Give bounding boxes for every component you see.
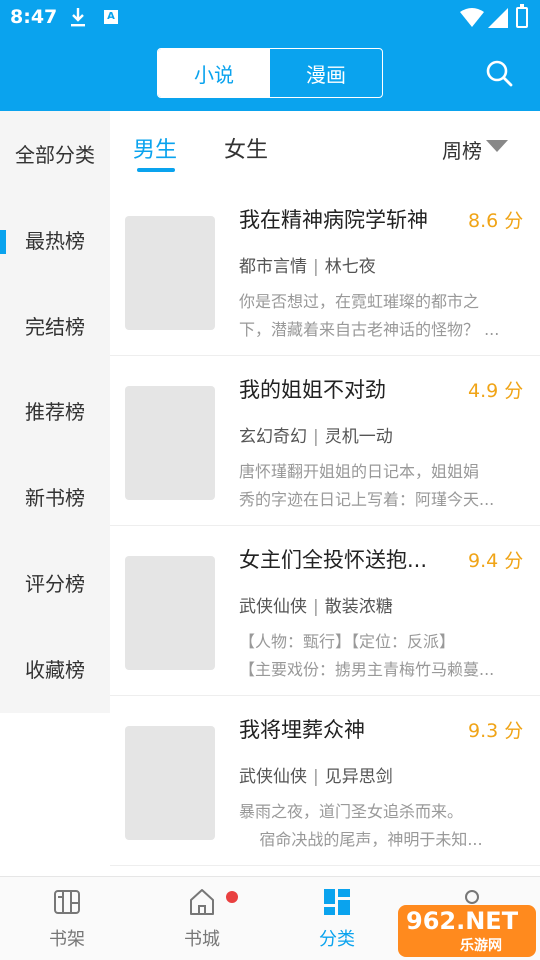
sidebar-item-new[interactable]: 新书榜 [0,478,110,518]
book-author: 散装浓糖 [324,597,393,617]
desc-line: 宿命决战的尾声，神明于未知... [239,830,483,849]
nav-label: 分类 [319,929,355,950]
status-time: 8:47 [10,6,58,28]
book-cover [125,386,215,500]
sidebar-item-rating[interactable]: 评分榜 [0,564,110,604]
book-item[interactable]: 我的姐姐不对劲 4.9 分 玄幻奇幻 | 灵机一动 唐怀瑾翻开姐姐的日记本，姐姐娟秀… [110,356,540,526]
book-description: 你是否想过，在霓虹璀璨的都市之下，潜藏着来自古老神话的怪物？ ... [239,288,524,344]
book-author: 见异思剑 [324,767,393,787]
book-score: 8.6 分 [468,210,524,232]
watermark-logo: 962.NET 乐游网 [398,905,536,957]
book-item[interactable]: 我在精神病院学斩神 8.6 分 都市言情 | 林七夜 你是否想过，在霓虹璀璨的都市之… [110,186,540,356]
home-icon [190,889,214,915]
watermark-top: 962.NET [406,907,519,935]
notification-dot [226,891,238,903]
tab-male[interactable]: 男生 [133,132,177,164]
book-description: 唐怀瑾翻开姐姐的日记本，姐姐娟 秀的字迹在日记上写着：阿瑾今天... [239,458,524,514]
app-notification-icon: A [104,10,118,24]
book-title: 我的姐姐不对劲 [239,378,386,402]
tab-female[interactable]: 女生 [224,132,268,164]
desc-line: 唐怀瑾翻开姐姐的日记本，姐姐娟 [239,462,480,481]
bookshelf-icon [54,890,80,914]
rank-period-select[interactable]: 周榜 [442,135,482,164]
book-title: 我在精神病院学斩神 [239,208,428,232]
watermark-bottom: 乐游网 [460,938,502,954]
desc-line: 你是否想过，在霓虹璀璨的都市之 [239,292,480,311]
caret-down-icon[interactable] [486,140,508,152]
desc-line: 【主要戏份：掳男主青梅竹马赖蔓... [239,660,495,679]
desc-line: 暴雨之夜，道门圣女追杀而来。 [239,802,464,821]
book-meta: 武侠仙侠 | 见异思剑 [239,767,393,787]
book-title: 女主们全投怀送抱... [239,548,428,572]
nav-label: 书城 [184,929,220,950]
book-description: 暴雨之夜，道门圣女追杀而来。 宿命决战的尾声，神明于未知... [239,798,524,854]
nav-category[interactable]: 分类 [287,887,387,957]
desc-line: 【人物：甄行】【定位：反派】 [239,632,456,651]
book-score: 4.9 分 [468,380,524,402]
category-grid-icon [324,889,350,915]
book-score: 9.4 分 [468,550,524,572]
content-type-switch: 小说 漫画 [157,48,383,98]
book-score: 9.3 分 [468,720,524,742]
sidebar-item-favorites[interactable]: 收藏榜 [0,650,110,690]
book-author: 灵机一动 [324,427,393,447]
category-sidebar: 全部分类 最热榜 完结榜 推荐榜 新书榜 评分榜 收藏榜 [0,111,110,713]
book-cover [125,726,215,840]
battery-icon [516,4,528,28]
book-meta: 都市言情 | 林七夜 [239,257,376,277]
book-cover [125,216,215,330]
book-description: 【人物：甄行】【定位：反派】【主要戏份：掳男主青梅竹马赖蔓... [239,628,524,684]
signal-icon [488,8,508,28]
book-item[interactable]: 女主们全投怀送抱... 9.4 分 武侠仙侠 | 散装浓糖 【人物：甄行】【定位：反… [110,526,540,696]
sidebar-heading: 全部分类 [15,143,95,167]
desc-line: 秀的字迹在日记上写着：阿瑾今天... [239,490,495,509]
book-item[interactable]: 我将埋葬众神 9.3 分 武侠仙侠 | 见异思剑 暴雨之夜，道门圣女追杀而来。 宿命… [110,696,540,866]
book-cover [125,556,215,670]
search-icon[interactable] [484,58,514,88]
top-bar: 8:47 A 小说 漫画 [0,0,540,111]
tab-novel[interactable]: 小说 [158,49,270,97]
tab-comic[interactable]: 漫画 [270,49,382,97]
sidebar-item-recommended[interactable]: 推荐榜 [0,392,110,432]
download-icon [71,8,85,27]
status-bar: 8:47 A [0,0,540,36]
book-meta: 武侠仙侠 | 散装浓糖 [239,597,393,617]
book-title: 我将埋葬众神 [239,718,365,742]
tab-underline [137,168,175,172]
book-genre: 玄幻奇幻 [239,427,307,447]
book-author: 林七夜 [324,257,376,277]
sidebar-item-hottest[interactable]: 最热榜 [0,221,110,261]
book-genre: 武侠仙侠 [239,767,307,787]
wifi-icon [460,8,484,27]
nav-label: 书架 [49,929,85,950]
book-meta: 玄幻奇幻 | 灵机一动 [239,427,393,447]
book-genre: 都市言情 [239,257,307,277]
sidebar-item-completed[interactable]: 完结榜 [0,307,110,347]
nav-bookshelf[interactable]: 书架 [17,887,117,957]
book-genre: 武侠仙侠 [239,597,307,617]
desc-line: 下，潜藏着来自古老神话的怪物？ ... [239,320,500,339]
